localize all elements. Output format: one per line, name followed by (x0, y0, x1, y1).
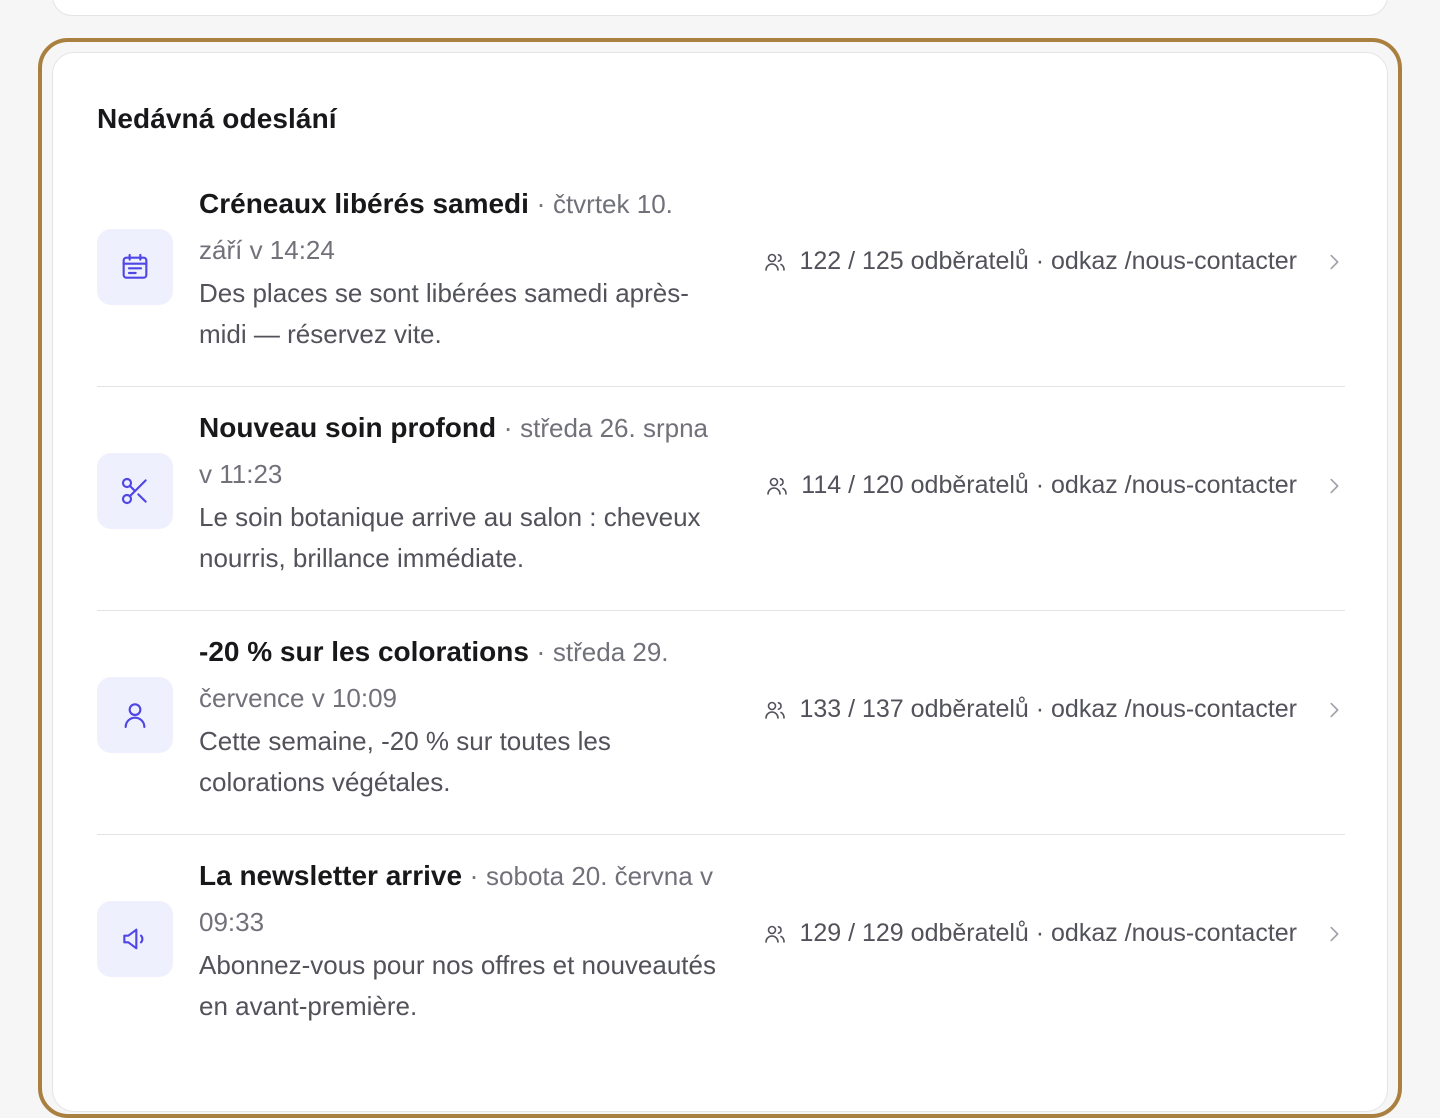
send-description: Cette semaine, -20 % sur toutes les colo… (199, 726, 611, 797)
send-row[interactable]: Nouveau soin profond · středa 26. srpna … (97, 387, 1345, 611)
users-icon (767, 477, 788, 495)
separator: · (528, 637, 553, 667)
sends-list: Créneaux libérés samedi · čtvrtek 10. zá… (97, 163, 1345, 1059)
send-title: Créneaux libérés samedi (199, 188, 529, 219)
send-description: Des places se sont libérées samedi après… (199, 278, 689, 349)
separator: · (528, 189, 553, 219)
section-title: Nedávná odeslání (97, 103, 337, 134)
user-icon (97, 677, 173, 753)
users-icon (765, 253, 786, 271)
send-headline: Créneaux libérés samedi · čtvrtek 10. zá… (199, 181, 719, 273)
send-headline: -20 % sur les colorations · středa 29. č… (199, 629, 719, 721)
send-meta: 114 / 120 odběratelů · odkaz /nous-conta… (765, 471, 1297, 500)
send-meta: 122 / 125 odběratelů · odkaz /nous-conta… (763, 247, 1297, 276)
users-icon (765, 701, 786, 719)
send-description: Le soin botanique arrive au salon : chev… (199, 502, 701, 573)
recipients-text: 114 / 120 odběratelů · odkaz /nous-conta… (801, 471, 1297, 499)
send-text: Créneaux libérés samedi · čtvrtek 10. zá… (199, 181, 719, 355)
send-row[interactable]: La newsletter arrive · sobota 20. června… (97, 835, 1345, 1059)
send-text: -20 % sur les colorations · středa 29. č… (199, 629, 719, 803)
calendar-icon (97, 229, 173, 305)
chevron-right-icon (1330, 702, 1339, 718)
send-title: Nouveau soin profond (199, 412, 497, 443)
send-headline: Nouveau soin profond · středa 26. srpna … (199, 405, 719, 497)
scissors-icon (97, 453, 173, 529)
send-headline: La newsletter arrive · sobota 20. června… (199, 853, 719, 945)
chevron-right-icon (1330, 254, 1339, 270)
megaphone-icon (97, 901, 173, 977)
users-icon (765, 925, 786, 943)
send-meta: 133 / 137 odběratelů · odkaz /nous-conta… (763, 695, 1297, 724)
recent-sends-card: Nedávná odeslání Créneaux libérés samedi… (52, 52, 1388, 1112)
send-title: -20 % sur les colorations (199, 636, 529, 667)
send-title: La newsletter arrive (199, 860, 463, 891)
chevron-right-icon (1330, 478, 1339, 494)
previous-card (52, 0, 1388, 16)
send-text: Nouveau soin profond · středa 26. srpna … (199, 405, 719, 579)
recipients-text: 133 / 137 odběratelů · odkaz /nous-conta… (799, 695, 1297, 723)
recipients-text: 122 / 125 odběratelů · odkaz /nous-conta… (799, 247, 1297, 275)
separator: · (462, 861, 487, 891)
chevron-right-icon (1330, 926, 1339, 942)
send-description: Abonnez-vous pour nos offres et nouveaut… (199, 950, 716, 1021)
recipients-text: 129 / 129 odběratelů · odkaz /nous-conta… (799, 919, 1297, 947)
send-row[interactable]: -20 % sur les colorations · středa 29. č… (97, 611, 1345, 835)
separator: · (496, 413, 521, 443)
send-meta: 129 / 129 odběratelů · odkaz /nous-conta… (763, 919, 1297, 948)
send-row[interactable]: Créneaux libérés samedi · čtvrtek 10. zá… (97, 163, 1345, 387)
send-text: La newsletter arrive · sobota 20. června… (199, 853, 719, 1027)
